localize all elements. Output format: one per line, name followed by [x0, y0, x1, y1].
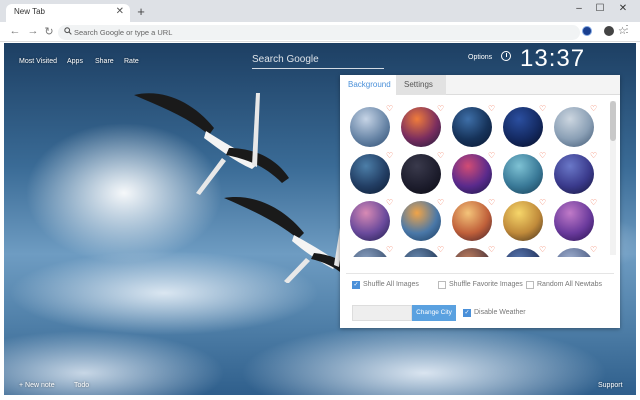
background-thumbnail[interactable]	[503, 201, 543, 241]
disable-weather-label: Disable Weather	[474, 309, 526, 316]
background-thumbnail-grid: ♡ ♡ ♡ ♡ ♡ ♡ ♡ ♡ ♡ ♡ ♡ ♡ ♡ ♡ ♡ ♡ ♡ ♡ ♡ ♡	[340, 97, 610, 257]
window-close-icon[interactable]: ✕	[614, 3, 632, 14]
background-thumbnail[interactable]	[554, 201, 594, 241]
browser-tab[interactable]: New Tab ✕	[6, 4, 130, 22]
close-tab-icon[interactable]: ✕	[116, 6, 124, 17]
omnibox[interactable]: ☆	[58, 25, 627, 40]
most-visited-link[interactable]: Most Visited	[19, 58, 57, 65]
background-thumbnail[interactable]	[554, 154, 594, 194]
favorite-heart-icon[interactable]: ♡	[488, 105, 496, 113]
extension-icon[interactable]	[582, 26, 592, 36]
scrollbar-thumb[interactable]	[610, 101, 616, 141]
favorite-heart-icon[interactable]: ♡	[488, 246, 496, 254]
omnibox-input[interactable]	[74, 26, 554, 39]
background-thumbnail[interactable]	[401, 154, 441, 194]
search-icon	[64, 27, 72, 35]
background-thumbnail[interactable]	[452, 107, 492, 147]
favorite-heart-icon[interactable]: ♡	[437, 199, 445, 207]
background-thumbnail[interactable]	[350, 107, 390, 147]
browser-toolbar: ← → ↻ ☆	[0, 22, 640, 42]
favorite-heart-icon[interactable]: ♡	[488, 152, 496, 160]
background-thumbnail[interactable]	[401, 248, 441, 257]
background-thumbnail[interactable]	[452, 154, 492, 194]
divider	[346, 273, 614, 274]
favorite-heart-icon[interactable]: ♡	[386, 246, 394, 254]
background-thumbnail[interactable]	[350, 154, 390, 194]
shuffle-all-label: Shuffle All Images	[363, 281, 419, 288]
back-icon[interactable]: ←	[8, 25, 22, 37]
share-link[interactable]: Share	[95, 58, 114, 65]
background-thumbnail[interactable]	[503, 248, 543, 257]
favorite-heart-icon[interactable]: ♡	[539, 199, 547, 207]
todo-link[interactable]: Todo	[74, 382, 89, 389]
options-panel: Background Settings ♡ ♡ ♡ ♡ ♡ ♡ ♡ ♡ ♡ ♡ ♡ ♡ ♡ ♡ ♡ ♡ ♡ ♡ ♡ ♡…	[340, 75, 620, 328]
title-bar: New Tab ✕ + – ☐ ✕	[0, 0, 640, 22]
background-thumbnail[interactable]	[503, 107, 543, 147]
maximize-icon[interactable]: ☐	[591, 3, 609, 14]
clock-time: 13:37	[520, 45, 586, 72]
shuffle-favorite-checkbox[interactable]	[438, 281, 446, 289]
favorite-heart-icon[interactable]: ♡	[437, 246, 445, 254]
background-thumbnail[interactable]	[554, 107, 594, 147]
shuffle-favorite-label: Shuffle Favorite Images	[449, 281, 523, 288]
forward-icon[interactable]: →	[26, 25, 40, 37]
profile-avatar-icon[interactable]	[604, 26, 614, 36]
panel-tabs: Background Settings	[340, 75, 620, 95]
background-thumbnail[interactable]	[554, 248, 594, 257]
reload-icon[interactable]: ↻	[42, 25, 56, 38]
tab-settings[interactable]: Settings	[396, 75, 446, 95]
favorite-heart-icon[interactable]: ♡	[539, 105, 547, 113]
disable-weather-checkbox[interactable]: ✓	[463, 309, 471, 317]
background-thumbnail[interactable]	[401, 107, 441, 147]
change-city-button[interactable]: Change City	[412, 305, 456, 321]
favorite-heart-icon[interactable]: ♡	[386, 199, 394, 207]
favorite-heart-icon[interactable]: ♡	[539, 246, 547, 254]
favorite-heart-icon[interactable]: ♡	[590, 199, 598, 207]
options-link[interactable]: Options	[468, 54, 492, 61]
search-google-input[interactable]	[252, 51, 384, 69]
background-thumbnail[interactable]	[350, 201, 390, 241]
random-newtabs-checkbox[interactable]	[526, 281, 534, 289]
favorite-heart-icon[interactable]: ♡	[590, 152, 598, 160]
thumbnail-scrollbar[interactable]	[610, 101, 616, 255]
stork-birds-image	[134, 93, 344, 283]
new-note-link[interactable]: + New note	[19, 382, 55, 389]
rate-link[interactable]: Rate	[124, 58, 139, 65]
favorite-heart-icon[interactable]: ♡	[437, 152, 445, 160]
background-thumbnail[interactable]	[401, 201, 441, 241]
favorite-heart-icon[interactable]: ♡	[386, 152, 394, 160]
apps-link[interactable]: Apps	[67, 58, 83, 65]
new-tab-button[interactable]: +	[134, 4, 148, 19]
background-thumbnail[interactable]	[503, 154, 543, 194]
minimize-icon[interactable]: –	[570, 3, 588, 14]
browser-menu-icon[interactable]: ⋮	[622, 24, 632, 35]
background-thumbnail[interactable]	[350, 248, 390, 257]
support-link[interactable]: Support	[598, 382, 623, 389]
favorite-heart-icon[interactable]: ♡	[590, 246, 598, 254]
tab-title: New Tab	[14, 7, 45, 16]
tab-background[interactable]: Background	[340, 75, 396, 95]
background-thumbnail[interactable]	[452, 248, 492, 257]
favorite-heart-icon[interactable]: ♡	[539, 152, 547, 160]
favorite-heart-icon[interactable]: ♡	[590, 105, 598, 113]
favorite-heart-icon[interactable]: ♡	[488, 199, 496, 207]
favorite-heart-icon[interactable]: ♡	[386, 105, 394, 113]
shuffle-all-checkbox[interactable]: ✓	[352, 281, 360, 289]
random-newtabs-label: Random All Newtabs	[537, 281, 602, 288]
background-thumbnail[interactable]	[452, 201, 492, 241]
clock-icon	[501, 51, 511, 61]
city-input[interactable]	[352, 305, 412, 321]
favorite-heart-icon[interactable]: ♡	[437, 105, 445, 113]
